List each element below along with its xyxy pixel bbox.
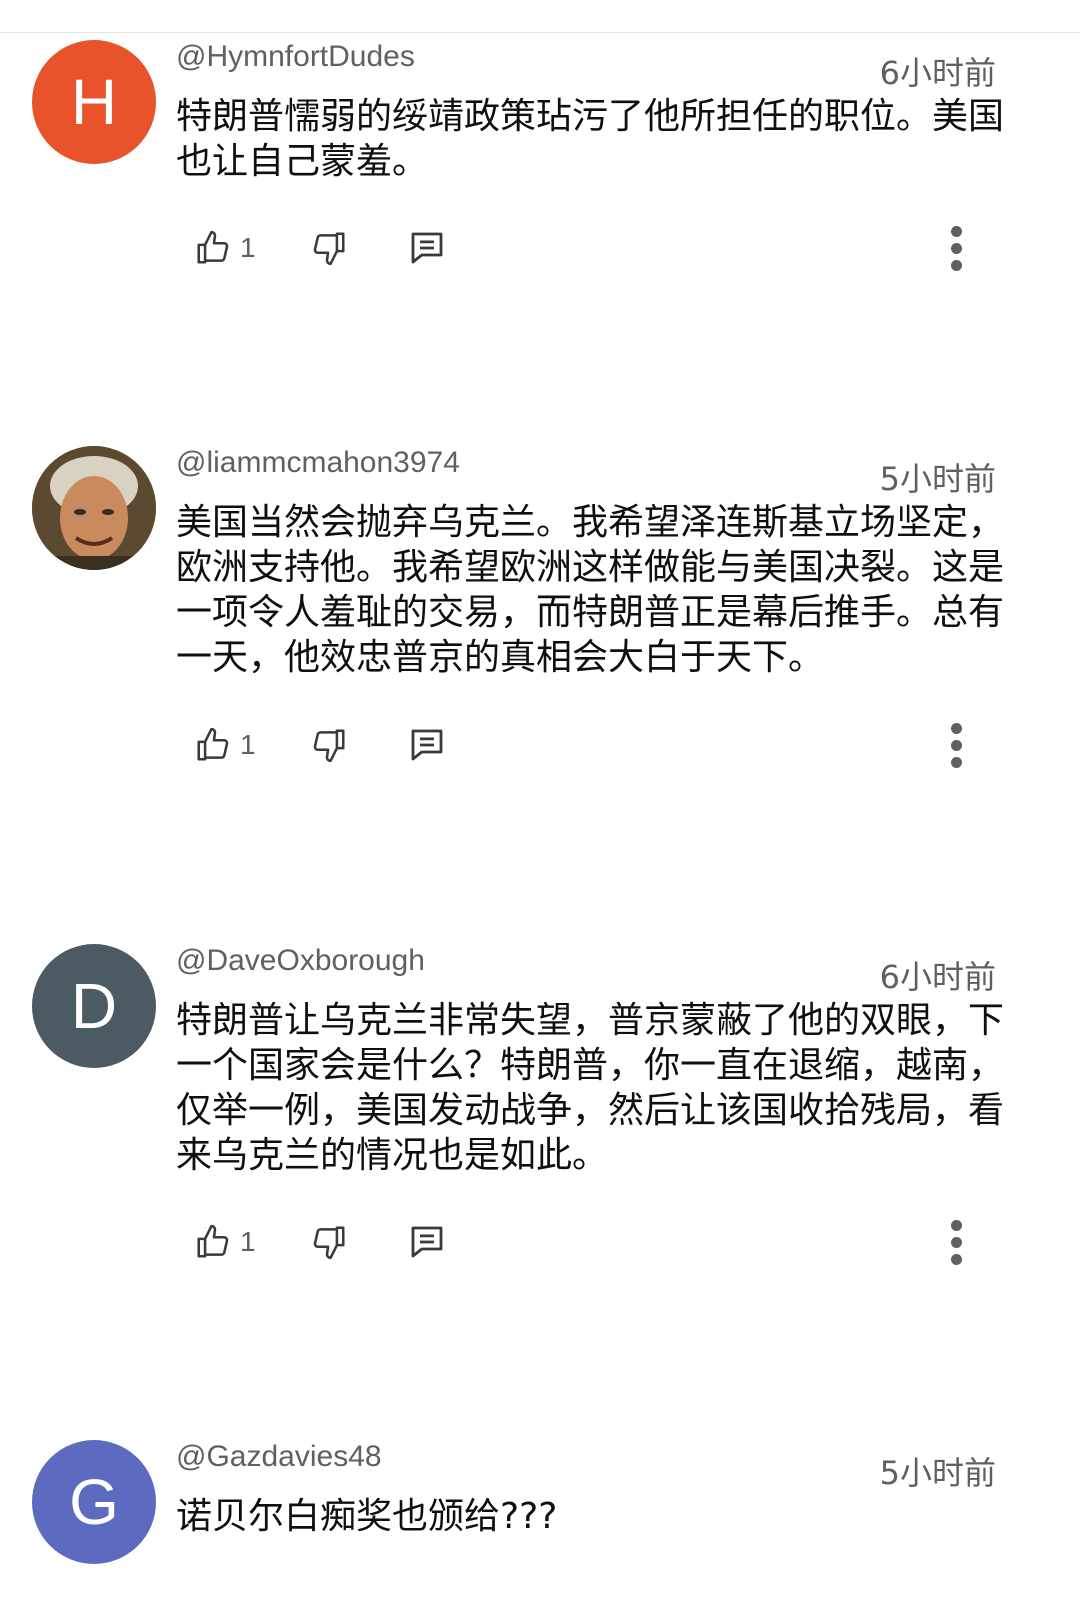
comment-actions: 1 <box>176 720 1006 770</box>
comment-author[interactable]: @DaveOxborough <box>176 944 425 978</box>
avatar[interactable]: G <box>32 1440 156 1564</box>
comment-text: 特朗普让乌克兰非常失望，普京蒙蔽了他的双眼，下一个国家会是什么？特朗普，你一直在… <box>176 1000 1005 1176</box>
thumbs-down-icon <box>310 726 348 764</box>
comment-time: 5小时前 <box>879 1454 996 1492</box>
thumbs-up-icon <box>194 229 232 267</box>
more-options-button[interactable] <box>936 223 976 273</box>
avatar[interactable] <box>32 446 156 570</box>
like-count: 1 <box>240 729 256 760</box>
like-count: 1 <box>240 232 256 263</box>
dislike-button[interactable] <box>310 720 348 770</box>
thumbs-up-icon <box>194 726 232 764</box>
reply-button[interactable] <box>406 223 448 273</box>
more-vertical-icon <box>950 1219 962 1265</box>
avatar[interactable]: H <box>32 40 156 164</box>
like-button[interactable]: 1 <box>194 1217 256 1267</box>
like-button[interactable]: 1 <box>194 223 256 273</box>
avatar-photo <box>32 446 156 570</box>
thumbs-down-icon <box>310 229 348 267</box>
comment-time: 6小时前 <box>879 958 996 996</box>
comment-author[interactable]: @liammcmahon3974 <box>176 446 460 480</box>
reply-button[interactable] <box>406 720 448 770</box>
more-options-button[interactable] <box>936 1217 976 1267</box>
like-count: 1 <box>240 1226 256 1257</box>
more-options-button[interactable] <box>936 720 976 770</box>
comment-text: 特朗普懦弱的绥靖政策玷污了他所担任的职位。美国也让自己蒙羞。 <box>176 96 1005 182</box>
comment-icon <box>406 227 448 269</box>
comment-time: 5小时前 <box>879 460 996 498</box>
like-button[interactable]: 1 <box>194 720 256 770</box>
avatar[interactable]: D <box>32 944 156 1068</box>
comment-icon <box>406 724 448 766</box>
top-divider <box>0 32 1080 33</box>
thumbs-down-icon <box>310 1223 348 1261</box>
more-vertical-icon <box>950 225 962 271</box>
dislike-button[interactable] <box>310 1217 348 1267</box>
reply-button[interactable] <box>406 1217 448 1267</box>
comment-author[interactable]: @Gazdavies48 <box>176 1440 382 1474</box>
comment-time: 6小时前 <box>879 54 996 92</box>
comment-author[interactable]: @HymnfortDudes <box>176 40 415 74</box>
comment-text: 美国当然会抛弃乌克兰。我希望泽连斯基立场坚定，欧洲支持他。我希望欧洲这样做能与美… <box>176 502 1005 678</box>
comment-actions: 1 <box>176 1217 1006 1267</box>
comment-text: 诺贝尔白痴奖也颁给??? <box>176 1496 558 1537</box>
comment-icon <box>406 1221 448 1263</box>
comment-actions: 1 <box>176 223 1006 273</box>
more-vertical-icon <box>950 722 962 768</box>
thumbs-up-icon <box>194 1223 232 1261</box>
dislike-button[interactable] <box>310 223 348 273</box>
